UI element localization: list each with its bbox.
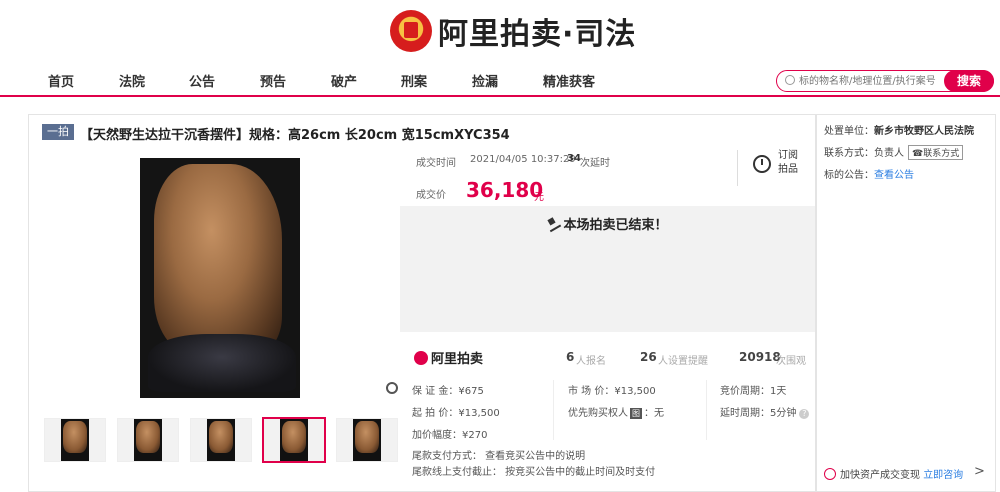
notice-row: 标的公告：查看公告 [824,166,914,181]
delay-cycle: 延时周期：5分钟? [720,404,810,419]
site-logo[interactable]: 阿里拍卖·司法 [390,8,636,54]
contact-button-label: 联系方式 [923,149,960,159]
brand-text: 阿里拍卖 [431,352,484,367]
divider [737,150,738,186]
ended-text: 本场拍卖已结束！ [563,218,668,233]
court-emblem-icon [390,10,432,52]
nav-home[interactable]: 首页 [48,71,74,90]
views-count: 20918 [739,350,781,364]
alarm-clock-icon[interactable] [753,155,771,173]
signups-count: 6 [566,350,575,364]
priority-label: 优先购买权人 [568,408,628,419]
phone-icon: ☎ [912,149,924,159]
start-price: 起 拍 价：¥13,500 [412,408,500,419]
promo-text: 加快资产成交变现 [840,470,920,481]
main-product-image[interactable] [42,158,398,398]
logo-text: 阿里拍卖·司法 [438,17,637,52]
bid-increment: 加价幅度：¥270 [412,430,488,441]
disposal-unit-value[interactable]: 新乡市牧野区人民法院 [874,126,974,137]
nav-precise-leads[interactable]: 精准获客 [543,71,595,90]
deal-time-value: 2021/04/05 10:37:29 [470,154,576,165]
deal-time-label: 成交时间 [416,158,456,169]
final-price: 36,180 [466,178,544,202]
price-label: 成交价 [416,190,446,201]
carving-base [148,334,296,392]
subscribe-button[interactable]: 订阅拍品 [776,149,800,177]
nav-court[interactable]: 法院 [119,71,145,90]
alibaba-auction-brand: 阿里拍卖 [414,348,483,367]
contact-person: 负责人 [874,148,904,159]
alibaba-auction-icon [414,350,428,365]
agarwood-carving [154,164,282,354]
nav-preview[interactable]: 预告 [260,71,286,90]
consult-now-link[interactable]: 立即咨询 [923,470,963,481]
payment-method: 尾款支付方式： 查看竞买公告中的说明 [412,451,586,462]
delay-cycle-text: 延时周期：5分钟 [720,408,797,419]
views-label: 次围观 [776,356,806,367]
disposal-unit: 处置单位：新乡市牧野区人民法院 [824,122,974,137]
view-notice-link[interactable]: 查看公告 [874,170,914,181]
contact-label: 联系方式： [824,148,874,159]
consult-icon [824,468,836,480]
priority-value: ：无 [644,408,664,419]
delay-count: 34 [567,153,581,164]
contact-row: 联系方式：负责人 ☎联系方式 [824,144,964,160]
payment-deadline: 尾款线上支付截止： 按竞买公告中的截止时间及时支付 [412,467,656,478]
divider [553,380,554,440]
zoom-icon[interactable] [386,382,398,394]
nav-criminal[interactable]: 刑案 [401,71,427,90]
item-title: 【天然野生达拉干沉香摆件】规格：高26cm 长20cm 宽15cmXYC354 [80,128,510,143]
search-input[interactable] [799,73,941,89]
thumbnail-3[interactable] [190,418,252,462]
deposit: 保 证 金：¥675 [412,386,484,397]
signups-label: 人报名 [576,356,606,367]
bid-cycle: 竞价周期：1天 [720,386,787,397]
contact-button[interactable]: ☎联系方式 [908,145,964,160]
nav-announcement[interactable]: 公告 [189,71,215,90]
chevron-right-icon[interactable]: > [974,464,985,479]
help-icon[interactable]: ? [799,409,810,419]
priority-buyer: 优先购买权人图：无 [568,404,664,419]
thumbnail-4[interactable] [262,417,326,463]
nav-bankruptcy[interactable]: 破产 [331,71,357,90]
auction-ended-message: 本场拍卖已结束！ [400,214,815,233]
price-unit: 元 [534,192,544,203]
search-icon [785,75,795,85]
promo-banner[interactable]: 加快资产成交变现 立即咨询 [824,466,963,481]
delay-label: 次延时 [580,158,610,169]
market-price: 市 场 价：¥13,500 [568,386,656,397]
search-button[interactable]: 搜索 [944,70,994,92]
auction-status-panel: 本场拍卖已结束！ [400,206,815,332]
reminders-count: 26 [640,350,657,364]
divider [706,380,707,440]
thumbnail-1[interactable] [44,418,106,462]
notice-label: 标的公告： [824,170,874,181]
thumbnail-5[interactable] [336,418,398,462]
gavel-icon [545,215,562,233]
disposal-unit-label: 处置单位： [824,126,874,137]
priority-info-icon[interactable]: 图 [630,408,642,419]
auction-round-badge: 一拍 [42,124,74,140]
thumbnail-2[interactable] [117,418,179,462]
reminders-label: 人设置提醒 [658,356,708,367]
nav-bargain[interactable]: 捡漏 [472,71,498,90]
